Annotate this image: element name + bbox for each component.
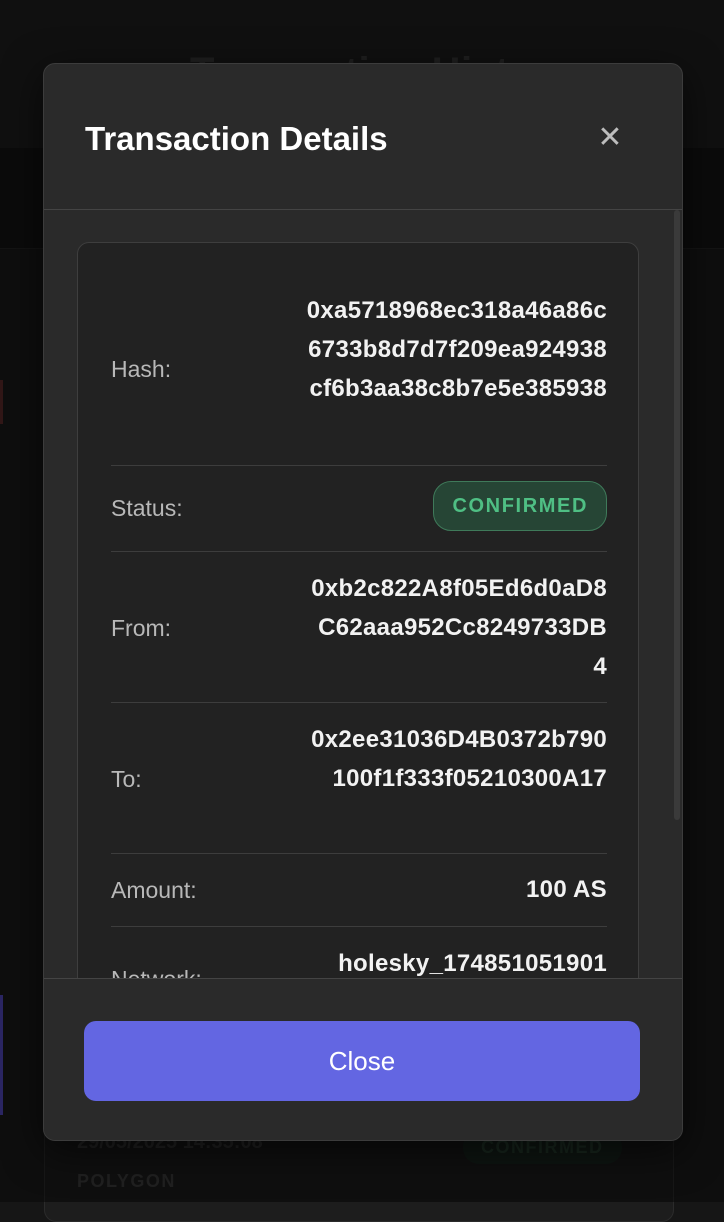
amount-value: 100 AS <box>526 876 607 903</box>
to-label: To: <box>111 766 142 792</box>
amount-row: Amount: 100 AS <box>111 853 607 927</box>
status-row: Status: CONFIRMED <box>111 465 607 552</box>
status-badge: CONFIRMED <box>433 481 607 531</box>
close-button[interactable]: Close <box>84 1021 640 1101</box>
from-label: From: <box>111 615 172 641</box>
modal-footer: Close <box>44 978 682 1140</box>
to-value: 0x2ee31036D4B0372b790100f1f333f05210300A… <box>311 726 607 792</box>
modal-body[interactable]: Hash: 0xa5718968ec318a46a86c6733b8d7d7f2… <box>44 210 682 978</box>
transaction-details-modal: Transaction Details ✕ Hash: 0xa5718968ec… <box>43 63 683 1141</box>
amount-label: Amount: <box>111 877 197 903</box>
hash-row: Hash: 0xa5718968ec318a46a86c6733b8d7d7f2… <box>111 243 607 466</box>
close-icon[interactable]: ✕ <box>592 120 628 156</box>
modal-scrollbar[interactable] <box>674 210 680 820</box>
from-row: From: 0xb2c822A8f05Ed6d0aD8C62aaa952Cc82… <box>111 551 607 703</box>
to-row: To: 0x2ee31036D4B0372b790100f1f333f05210… <box>111 702 607 854</box>
network-row: Network: holesky_174851051901 <box>111 926 607 978</box>
network-label: Network: <box>111 966 202 978</box>
network-value: holesky_174851051901 <box>338 950 607 977</box>
hash-label: Hash: <box>111 356 172 382</box>
from-value: 0xb2c822A8f05Ed6d0aD8C62aaa952Cc8249733D… <box>311 575 607 680</box>
modal-title: Transaction Details <box>85 120 388 157</box>
hash-value: 0xa5718968ec318a46a86c6733b8d7d7f209ea92… <box>306 297 607 402</box>
modal-header: Transaction Details ✕ <box>44 64 682 210</box>
details-card: Hash: 0xa5718968ec318a46a86c6733b8d7d7f2… <box>77 242 639 978</box>
status-label: Status: <box>111 495 183 521</box>
